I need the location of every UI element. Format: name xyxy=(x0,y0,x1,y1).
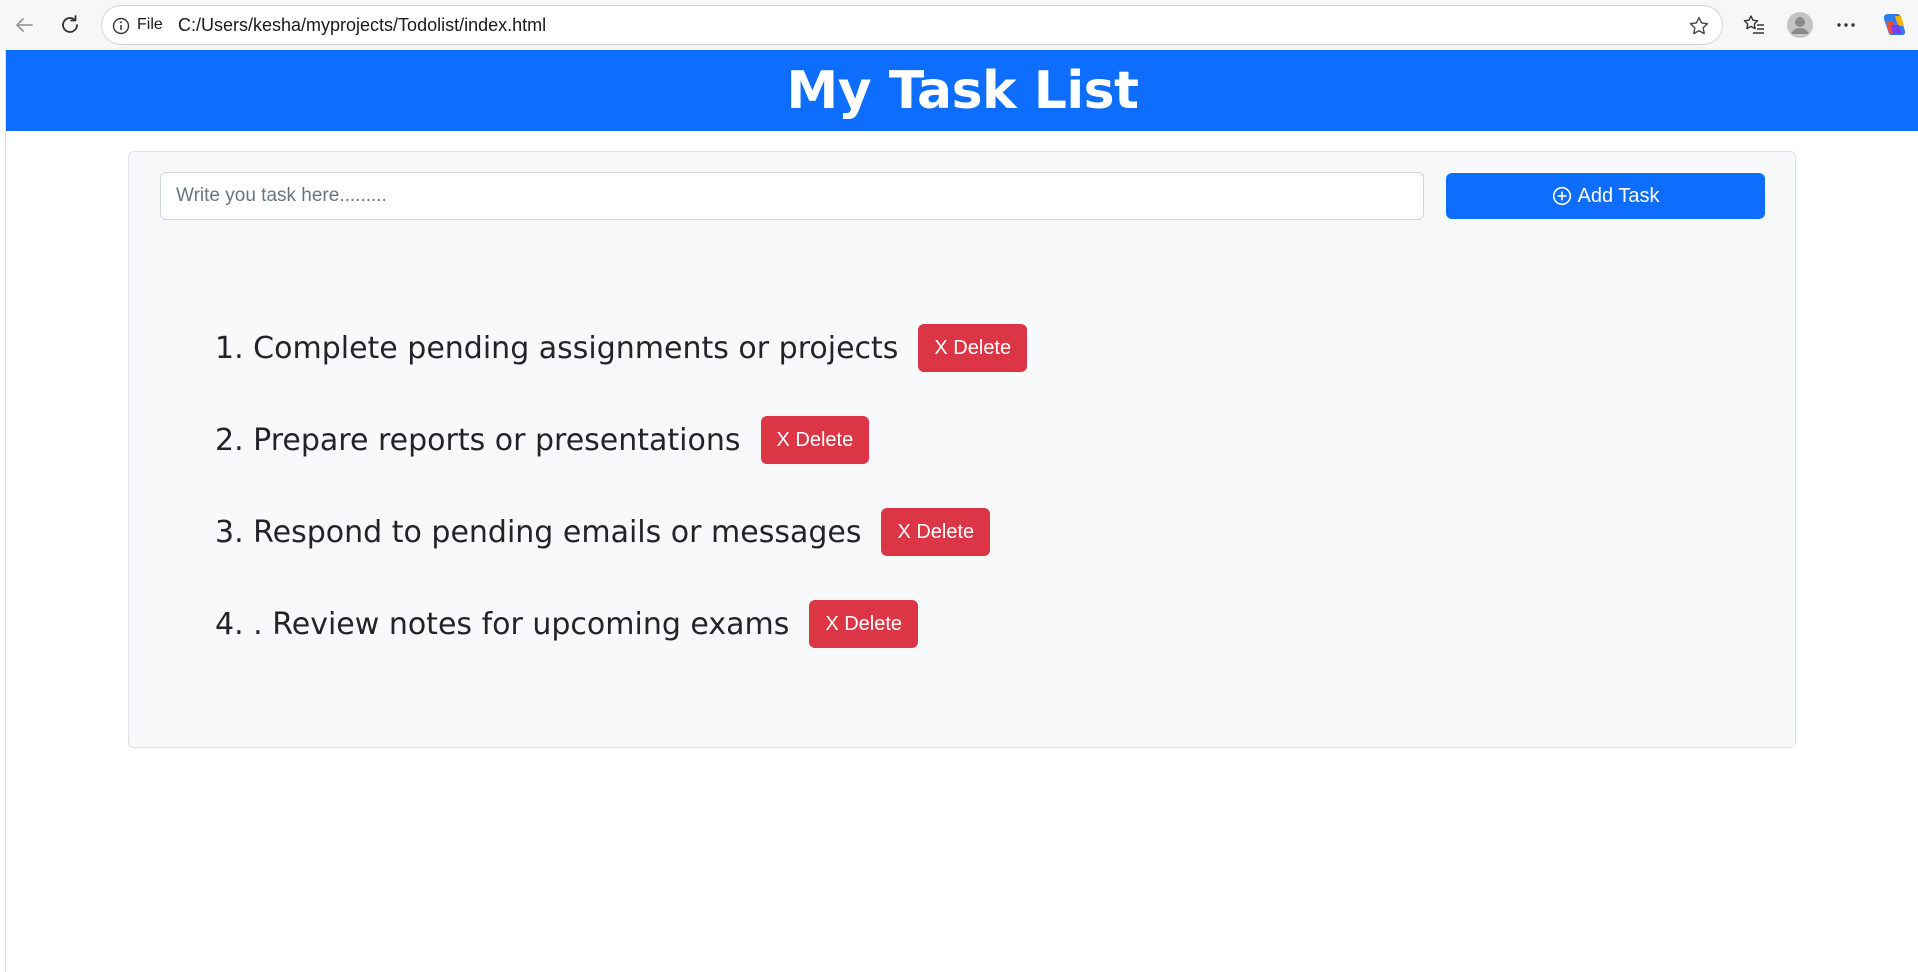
delete-button[interactable]: X Delete xyxy=(918,324,1028,372)
info-icon[interactable] xyxy=(112,17,130,35)
delete-button[interactable]: X Delete xyxy=(809,600,919,648)
delete-button[interactable]: X Delete xyxy=(881,508,991,556)
task-text: 3. Respond to pending emails or messages xyxy=(215,515,861,550)
task-item: 2. Prepare reports or presentations X De… xyxy=(215,416,1027,464)
refresh-icon xyxy=(62,15,78,33)
task-label: Prepare reports or presentations xyxy=(253,422,741,458)
task-item: 4. . Review notes for upcoming exams X D… xyxy=(215,600,1027,648)
back-button[interactable] xyxy=(8,9,40,41)
task-number: 2. xyxy=(215,422,244,458)
file-label: File xyxy=(137,16,163,33)
page-title: My Task List xyxy=(786,60,1139,121)
add-task-label: Add Task xyxy=(1577,184,1660,207)
profile-avatar-icon[interactable] xyxy=(1786,11,1814,39)
task-list: 1. Complete pending assignments or proje… xyxy=(215,324,1028,692)
add-task-button[interactable]: Add Task xyxy=(1446,173,1765,219)
more-options-icon[interactable] xyxy=(1834,13,1858,37)
address-bar[interactable]: File C:/Users/kesha/myprojects/Todolist/… xyxy=(101,5,1723,45)
page-header: My Task List xyxy=(6,50,1918,131)
back-arrow-icon xyxy=(16,18,33,32)
url-text[interactable]: C:/Users/kesha/myprojects/Todolist/index… xyxy=(178,6,546,44)
copilot-icon[interactable] xyxy=(1880,11,1908,39)
task-input[interactable] xyxy=(160,172,1424,220)
task-item: 1. Complete pending assignments or proje… xyxy=(215,324,1028,372)
task-label: . Review notes for upcoming exams xyxy=(253,606,790,642)
page-content: My Task List Add Task 1. Complete pendin… xyxy=(5,50,1918,972)
refresh-button[interactable] xyxy=(54,9,86,41)
todo-card: Add Task 1. Complete pending assignments… xyxy=(128,151,1796,748)
favorites-icon[interactable] xyxy=(1742,13,1766,37)
favorite-star-icon[interactable] xyxy=(1688,15,1710,37)
task-text: 2. Prepare reports or presentations xyxy=(215,423,741,458)
task-number: 4. xyxy=(215,606,244,642)
task-text: 4. . Review notes for upcoming exams xyxy=(215,607,789,642)
task-label: Respond to pending emails or messages xyxy=(253,514,862,550)
delete-button[interactable]: X Delete xyxy=(760,416,870,464)
task-item: 3. Respond to pending emails or messages… xyxy=(215,508,1027,556)
browser-toolbar: File C:/Users/kesha/myprojects/Todolist/… xyxy=(0,0,1918,50)
task-label: Complete pending assignments or projects xyxy=(253,330,899,366)
task-text: 1. Complete pending assignments or proje… xyxy=(215,331,898,366)
task-number: 3. xyxy=(215,514,244,550)
task-number: 1. xyxy=(215,330,244,366)
plus-circle-icon xyxy=(1552,186,1571,206)
